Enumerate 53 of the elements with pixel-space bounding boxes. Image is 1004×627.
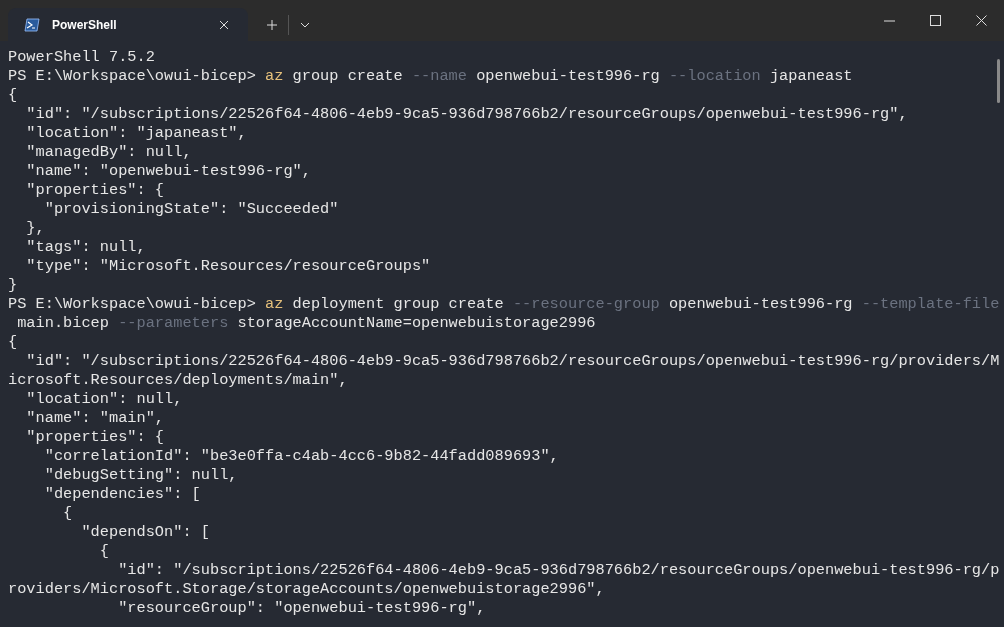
output-text: roviders/Microsoft.Storage/storageAccounts/openwebuistorage2996", xyxy=(8,580,606,599)
output-text: "provisioningState": "Succeeded" xyxy=(43,200,340,219)
output-text: { xyxy=(62,504,74,523)
argument-text: deployment group create xyxy=(291,295,505,313)
output-text: "tags": null, xyxy=(25,238,147,257)
output-text: "managedBy": null, xyxy=(25,143,193,162)
chevron-down-icon xyxy=(300,21,310,28)
prompt-text: PS E:\Workspace\owui-bicep> xyxy=(8,295,257,313)
output-text: "resourceGroup": "openwebui-test996-rg", xyxy=(117,599,487,618)
output-text: icrosoft.Resources/deployments/main", xyxy=(8,371,349,390)
minimize-icon xyxy=(883,19,895,22)
output-text: "dependencies": [ xyxy=(43,485,202,504)
scrollbar-thumb[interactable] xyxy=(997,59,1000,103)
argument-text: storageAccountName=openwebuistorage2996 xyxy=(236,314,596,332)
powershell-icon xyxy=(24,17,40,32)
argument-text: japaneast xyxy=(768,67,853,85)
command-text: az xyxy=(265,67,284,85)
argument-text: openwebui-test996-rg xyxy=(475,67,661,85)
argument-text: group create xyxy=(291,67,404,85)
flag-text: --location xyxy=(668,67,761,85)
close-icon xyxy=(975,15,987,26)
output-text: "id": "/subscriptions/22526f64-4806-4eb9-9ca5-936d798766b2/resourceGroups/openwebui-test996-rg/providers/M xyxy=(25,352,1001,371)
flag-text: --parameters xyxy=(118,314,229,332)
plus-icon xyxy=(266,18,278,31)
output-text: } xyxy=(8,276,19,295)
argument-text: openwebui-test996-rg xyxy=(667,295,854,313)
output-text: "dependsOn": [ xyxy=(80,523,211,542)
output-text: "type": "Microsoft.Resources/resourceGroups" xyxy=(25,257,432,276)
flag-text: --template-file xyxy=(861,295,1000,313)
output-text: { xyxy=(8,86,19,105)
output-text: "properties": { xyxy=(25,428,166,447)
command-text: az xyxy=(265,295,284,313)
flag-text: --resource-group xyxy=(512,295,660,313)
output-text: { xyxy=(98,542,110,561)
output-text: PowerShell 7.5.2 xyxy=(8,48,156,67)
flag-text: --name xyxy=(411,67,467,85)
terminal-tab[interactable]: PowerShell xyxy=(8,8,248,41)
output-text: "id": "/subscriptions/22526f64-4806-4eb9-9ca5-936d798766b2/resourceGroups/openwebui-test996-rg", xyxy=(25,105,909,124)
output-text: }, xyxy=(25,219,46,238)
output-text: { xyxy=(8,333,19,352)
output-text: "name": "openwebui-test996-rg", xyxy=(25,162,312,181)
close-icon xyxy=(219,19,229,30)
output-text: "location": null, xyxy=(25,390,184,409)
output-text: "id": "/subscriptions/22526f64-4806-4eb9-9ca5-936d798766b2/resourceGroups/openwebui-test996-rg/p xyxy=(117,561,1001,580)
output-text: "properties": { xyxy=(25,181,166,200)
output-text: "debugSetting": null, xyxy=(43,466,239,485)
prompt-text: PS E:\Workspace\owui-bicep> xyxy=(8,67,257,85)
tab-title: PowerShell xyxy=(52,17,118,32)
output-text: "correlationId": "be3e0ffa-c4ab-4cc6-9b82-44fadd089693", xyxy=(43,447,560,466)
maximize-icon xyxy=(929,15,941,26)
output-text: "location": "japaneast", xyxy=(25,124,248,143)
output-text: "name": "main", xyxy=(25,409,166,428)
argument-text: main.bicep xyxy=(16,314,110,332)
